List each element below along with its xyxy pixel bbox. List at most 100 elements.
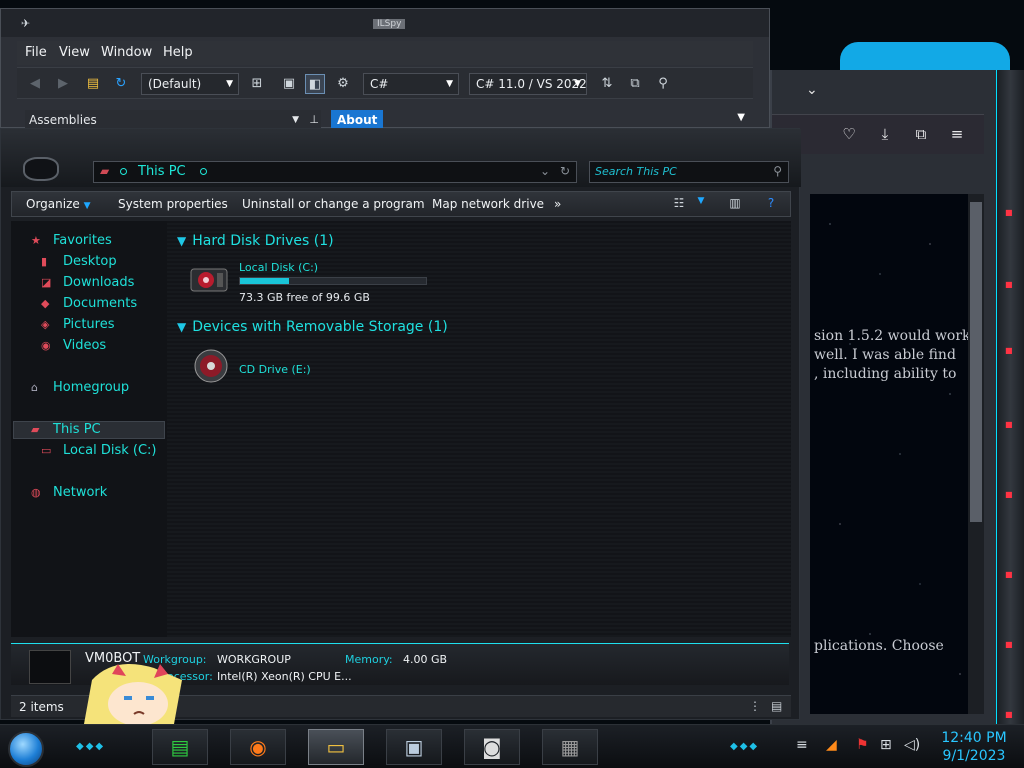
view-icon[interactable]: ☷ — [670, 196, 688, 212]
breadcrumb-this-pc[interactable]: This PC — [138, 164, 186, 179]
group-hard-disk-drives[interactable]: ▼ Hard Disk Drives (1) — [177, 233, 334, 249]
nav-videos[interactable]: ◉ Videos — [41, 338, 106, 353]
chevron-down-icon[interactable]: ⌄ — [540, 164, 550, 178]
manage-lists-icon[interactable]: ⊞ — [247, 74, 267, 94]
menu-file[interactable]: File — [25, 45, 47, 60]
details-view-icon[interactable]: ⋮ — [749, 699, 761, 713]
explorer-window[interactable]: ▰ This PC ⌄ ↻ Search This PC ⚲ Organize … — [0, 128, 801, 720]
group-removable-storage[interactable]: ▼ Devices with Removable Storage (1) — [177, 319, 448, 335]
tray-app-icon[interactable]: ◢ — [826, 737, 837, 753]
search-input[interactable]: Search This PC — [595, 165, 677, 178]
nav-this-pc[interactable]: ▰ This PC — [31, 422, 101, 437]
combo-value: C# 11.0 / VS 2022.4 — [476, 77, 587, 91]
uninstall-program-button[interactable]: Uninstall or change a program — [242, 197, 425, 211]
nav-label: This PC — [53, 422, 101, 437]
clock-date: 9/1/2023 — [942, 748, 1006, 764]
internal-icon[interactable]: ⚙ — [333, 74, 353, 94]
drive-e-name[interactable]: CD Drive (E:) — [239, 363, 311, 376]
folder-icon[interactable]: ▭ — [308, 729, 364, 765]
nav-label: Homegroup — [53, 380, 130, 395]
chevron-down-icon[interactable]: ▼ — [692, 196, 710, 212]
firefox-icon[interactable]: ◉ — [230, 729, 286, 765]
browser-text-line: well. I was able find — [814, 347, 956, 363]
taskbar-decoration: ◆◆◆ — [76, 741, 106, 752]
drive-c-usage-fill — [240, 278, 290, 284]
drive-c-usage-bar — [239, 277, 427, 285]
scrollbar-thumb[interactable] — [970, 202, 982, 522]
show-all-icon[interactable]: ▣ — [279, 74, 299, 94]
ilspy-toolbar: ◀ ▶ ▤ ↻ (Default) ▼ ⊞ ▣ ◧ ⚙ C# ▼ C# 11.0 /… — [17, 67, 753, 99]
volume-icon[interactable]: ◁) — [904, 737, 920, 753]
nav-downloads[interactable]: ◪ Downloads — [41, 275, 134, 290]
network-icon[interactable]: ⊞ — [880, 737, 892, 753]
taskbar-app-remote[interactable]: ▣ — [386, 729, 442, 765]
decompile-icon[interactable]: ⇅ — [597, 74, 617, 94]
search-box[interactable]: Search This PC ⚲ — [589, 161, 789, 183]
refresh-icon[interactable]: ↻ — [111, 74, 131, 94]
chevron-down-icon[interactable]: ▼ — [737, 112, 745, 123]
search-icon[interactable]: ⚲ — [773, 164, 782, 178]
star-icon: ★ — [31, 234, 41, 247]
action-center-flag-icon[interactable]: ⚑ — [856, 737, 869, 753]
nav-label: Network — [53, 485, 108, 500]
pocket-icon[interactable]: ♡ — [838, 123, 860, 145]
menu-view[interactable]: View — [59, 45, 90, 60]
cd-drive-icon[interactable] — [191, 349, 231, 383]
camera-icon[interactable]: ◙ — [464, 729, 520, 765]
pin-icon[interactable]: ⊥ — [309, 110, 319, 130]
browser-window[interactable]: ⌄ ♡ ⤓ ⧉ ≡ sion 1.5.2 would work well. I … — [770, 70, 1016, 730]
assembly-list-combo[interactable]: (Default) ▼ — [141, 73, 239, 95]
ilspy-titlebar[interactable]: ✈ ILSpy — [1, 9, 769, 37]
search-icon[interactable]: ⚲ — [653, 74, 673, 94]
refresh-icon[interactable]: ↻ — [560, 164, 570, 178]
download-icon[interactable]: ⤓ — [874, 123, 896, 145]
menu-icon[interactable]: ≡ — [946, 123, 968, 145]
start-button[interactable] — [8, 731, 44, 767]
nav-favorites[interactable]: ★ Favorites — [31, 233, 112, 248]
chevron-down-icon[interactable]: ⌄ — [806, 82, 818, 98]
help-icon[interactable]: ? — [762, 196, 780, 212]
organize-button[interactable]: Organize ▼ — [26, 197, 91, 211]
breadcrumb-separator — [200, 168, 207, 175]
more-commands-button[interactable]: » — [554, 197, 561, 211]
clock-time: 12:40 PM — [941, 730, 1007, 746]
menu-window[interactable]: Window — [101, 45, 152, 60]
version-combo[interactable]: C# 11.0 / VS 2022.4 ▼ — [469, 73, 587, 95]
nav-pictures[interactable]: ◈ Pictures — [41, 317, 114, 332]
nav-documents[interactable]: ◆ Documents — [41, 296, 137, 311]
tiles-view-icon[interactable]: ▤ — [771, 699, 782, 713]
copy-icon[interactable]: ⧉ — [625, 74, 645, 94]
language-combo[interactable]: C# ▼ — [363, 73, 459, 95]
ilspy-window[interactable]: ✈ ILSpy File View Window Help ◀ ▶ ▤ ↻ (D… — [0, 8, 770, 130]
taskbar-app-firewall[interactable]: ▦ — [542, 729, 598, 765]
combo-value: (Default) — [148, 77, 202, 91]
menu-help[interactable]: Help — [163, 45, 193, 60]
nav-homegroup[interactable]: ⌂ Homegroup — [31, 380, 129, 395]
nav-network[interactable]: ◍ Network — [31, 485, 107, 500]
forward-icon[interactable]: ▶ — [53, 74, 73, 94]
back-icon[interactable]: ◀ — [25, 74, 45, 94]
system-properties-button[interactable]: System properties — [118, 197, 228, 211]
show-hidden-icons[interactable]: ≡ — [796, 737, 808, 753]
open-folder-icon[interactable]: ▤ — [83, 74, 103, 94]
system-clock[interactable]: 12:40 PM 9/1/2023 — [936, 729, 1012, 765]
address-bar[interactable]: ▰ This PC ⌄ ↻ — [93, 161, 577, 183]
browser-scrollbar[interactable] — [968, 194, 984, 714]
preview-pane-icon[interactable]: ▥ — [726, 196, 744, 212]
chevron-down-icon: ▼ — [83, 201, 91, 211]
assemblies-panel-header[interactable]: Assemblies ▼ ⊥ — [25, 110, 321, 130]
drive-c-name[interactable]: Local Disk (C:) — [239, 261, 318, 274]
hard-drive-icon[interactable] — [189, 263, 229, 297]
computer-icon — [29, 650, 71, 684]
chevron-down-icon[interactable]: ▼ — [292, 110, 299, 130]
back-forward-orb[interactable] — [23, 157, 59, 181]
chevron-down-icon: ▼ — [446, 79, 453, 89]
tab-about[interactable]: About ▼ — [331, 110, 745, 130]
filter-icon[interactable]: ◧ — [305, 74, 325, 94]
map-network-drive-button[interactable]: Map network drive — [432, 197, 544, 211]
browser-content — [810, 194, 968, 714]
extensions-icon[interactable]: ⧉ — [910, 123, 932, 145]
nav-desktop[interactable]: ▮ Desktop — [41, 254, 117, 269]
nav-local-disk[interactable]: ▭ Local Disk (C:) — [41, 443, 156, 458]
taskbar-app-notes[interactable]: ▤ — [152, 729, 208, 765]
